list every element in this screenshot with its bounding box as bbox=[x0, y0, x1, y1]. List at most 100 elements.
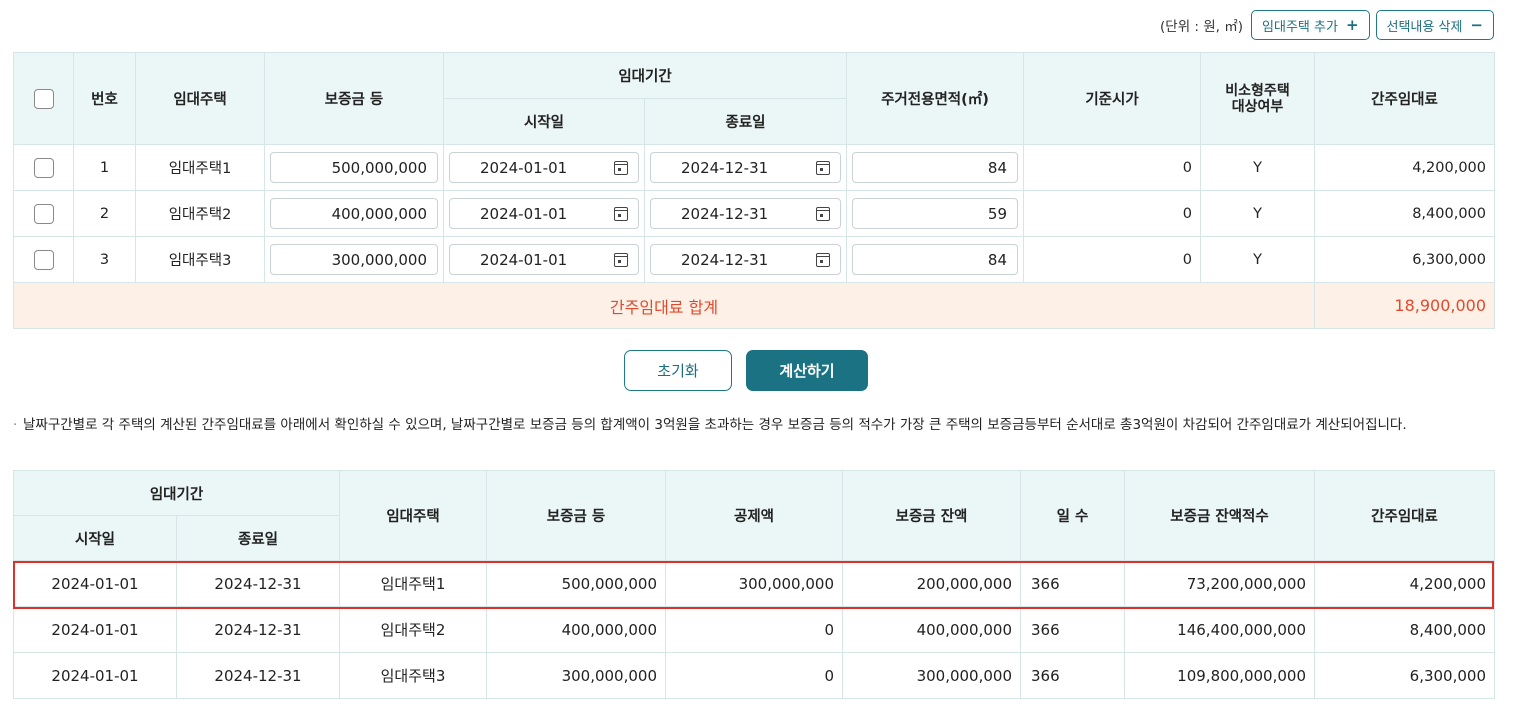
select-all-cell bbox=[13, 52, 74, 145]
row-checkbox[interactable] bbox=[33, 203, 54, 224]
calendar-icon[interactable] bbox=[816, 252, 830, 267]
row-house: 임대주택2 bbox=[135, 190, 265, 237]
note-text: 날짜구간별로 각 주택의 계산된 간주임대료를 아래에서 확인하실 수 있으며,… bbox=[23, 417, 1407, 433]
result-end: 2024-12-31 bbox=[176, 606, 340, 653]
header-price: 기준시가 bbox=[1023, 52, 1201, 145]
result-header-deposit: 보증금 등 bbox=[486, 470, 666, 561]
row-rent: 6,300,000 bbox=[1314, 236, 1495, 283]
row-small: Y bbox=[1200, 236, 1315, 283]
note-bullet: · bbox=[13, 417, 18, 433]
area-value: 84 bbox=[987, 250, 1007, 269]
result-rent: 8,400,000 bbox=[1314, 606, 1495, 653]
result-start: 2024-01-01 bbox=[13, 560, 177, 607]
top-toolbar: (단위 : 원, ㎡) 임대주택 추가 + 선택내용 삭제 − bbox=[1160, 10, 1494, 40]
area-value: 59 bbox=[987, 204, 1007, 223]
deposit-value: 300,000,000 bbox=[331, 250, 427, 269]
header-period: 임대기간 bbox=[443, 52, 847, 99]
row-price: 0 bbox=[1023, 144, 1201, 191]
start-date-value: 2024-01-01 bbox=[480, 250, 568, 269]
row-house: 임대주택1 bbox=[135, 144, 265, 191]
table-row: 3 임대주택3 300,000,000 2024-01-01 2024-12-3… bbox=[13, 236, 1495, 283]
result-header-start: 시작일 bbox=[13, 515, 177, 561]
deposit-input[interactable]: 400,000,000 bbox=[270, 198, 438, 229]
result-rent: 6,300,000 bbox=[1314, 652, 1495, 699]
result-house: 임대주택1 bbox=[339, 560, 487, 607]
header-number: 번호 bbox=[73, 52, 136, 145]
result-house: 임대주택3 bbox=[339, 652, 487, 699]
start-date-input[interactable]: 2024-01-01 bbox=[449, 244, 639, 275]
result-table: 임대기간 임대주택 보증금 등 공제액 보증금 잔액 일 수 보증금 잔액적수 … bbox=[13, 470, 1495, 699]
delete-selected-label: 선택내용 삭제 bbox=[1386, 19, 1463, 35]
header-end: 종료일 bbox=[644, 98, 847, 145]
deposit-input[interactable]: 300,000,000 bbox=[270, 244, 438, 275]
result-balance: 300,000,000 bbox=[842, 652, 1021, 699]
row-number: 2 bbox=[73, 190, 136, 237]
result-house: 임대주택2 bbox=[339, 606, 487, 653]
start-date-value: 2024-01-01 bbox=[480, 158, 568, 177]
deposit-value: 500,000,000 bbox=[331, 158, 427, 177]
start-date-value: 2024-01-01 bbox=[480, 204, 568, 223]
table-row: 1 임대주택1 500,000,000 2024-01-01 2024-12-3… bbox=[13, 144, 1495, 191]
result-deposit: 400,000,000 bbox=[486, 606, 666, 653]
rental-input-table: 번호 임대주택 보증금 등 임대기간 주거전용면적(㎡) 기준시가 비소형주택 대… bbox=[13, 52, 1495, 329]
deposit-input[interactable]: 500,000,000 bbox=[270, 152, 438, 183]
row-price: 0 bbox=[1023, 190, 1201, 237]
select-all-checkbox[interactable] bbox=[33, 88, 54, 109]
result-header-deduction: 공제액 bbox=[665, 470, 843, 561]
calculate-button[interactable]: 계산하기 bbox=[746, 350, 868, 391]
result-days: 366 bbox=[1020, 652, 1125, 699]
result-balance: 400,000,000 bbox=[842, 606, 1021, 653]
area-input[interactable]: 59 bbox=[852, 198, 1018, 229]
unit-label: (단위 : 원, ㎡) bbox=[1160, 19, 1244, 35]
calendar-icon[interactable] bbox=[614, 160, 628, 175]
result-deduction: 0 bbox=[665, 606, 843, 653]
result-deduction: 300,000,000 bbox=[665, 560, 843, 607]
end-date-input[interactable]: 2024-12-31 bbox=[650, 152, 841, 183]
start-date-input[interactable]: 2024-01-01 bbox=[449, 198, 639, 229]
row-small: Y bbox=[1200, 144, 1315, 191]
reset-button[interactable]: 초기화 bbox=[624, 350, 732, 391]
end-date-input[interactable]: 2024-12-31 bbox=[650, 198, 841, 229]
add-house-button[interactable]: 임대주택 추가 + bbox=[1251, 10, 1370, 40]
info-note: · 날짜구간별로 각 주택의 계산된 간주임대료를 아래에서 확인하실 수 있으… bbox=[13, 416, 1493, 435]
start-date-input[interactable]: 2024-01-01 bbox=[449, 152, 639, 183]
sum-value: 18,900,000 bbox=[1314, 282, 1495, 329]
sum-row: 간주임대료 합계 18,900,000 bbox=[13, 282, 1495, 329]
area-input[interactable]: 84 bbox=[852, 152, 1018, 183]
header-deposit: 보증금 등 bbox=[264, 52, 444, 145]
calendar-icon[interactable] bbox=[614, 206, 628, 221]
calendar-icon[interactable] bbox=[816, 206, 830, 221]
result-days: 366 bbox=[1020, 560, 1125, 607]
result-rent: 4,200,000 bbox=[1314, 560, 1495, 607]
row-number: 3 bbox=[73, 236, 136, 283]
delete-selected-button[interactable]: 선택내용 삭제 − bbox=[1375, 10, 1494, 40]
row-rent: 8,400,000 bbox=[1314, 190, 1495, 237]
end-date-value: 2024-12-31 bbox=[681, 204, 769, 223]
table-row: 2024-01-01 2024-12-31 임대주택3 300,000,000 … bbox=[13, 652, 1495, 699]
table-row: 2024-01-01 2024-12-31 임대주택2 400,000,000 … bbox=[13, 606, 1495, 653]
result-header-house: 임대주택 bbox=[339, 470, 487, 561]
result-start: 2024-01-01 bbox=[13, 606, 177, 653]
result-balance: 200,000,000 bbox=[842, 560, 1021, 607]
result-days: 366 bbox=[1020, 606, 1125, 653]
end-date-input[interactable]: 2024-12-31 bbox=[650, 244, 841, 275]
minus-icon: − bbox=[1470, 16, 1483, 34]
result-header-days: 일 수 bbox=[1020, 470, 1125, 561]
result-accum: 73,200,000,000 bbox=[1124, 560, 1315, 607]
area-input[interactable]: 84 bbox=[852, 244, 1018, 275]
row-number: 1 bbox=[73, 144, 136, 191]
row-checkbox[interactable] bbox=[33, 249, 54, 270]
result-header-period: 임대기간 bbox=[13, 470, 340, 516]
row-checkbox[interactable] bbox=[33, 157, 54, 178]
sum-label: 간주임대료 합계 bbox=[13, 282, 1315, 329]
result-end: 2024-12-31 bbox=[176, 560, 340, 607]
result-accum: 109,800,000,000 bbox=[1124, 652, 1315, 699]
calendar-icon[interactable] bbox=[614, 252, 628, 267]
row-small: Y bbox=[1200, 190, 1315, 237]
plus-icon: + bbox=[1345, 16, 1359, 34]
action-buttons: 초기화 계산하기 bbox=[624, 350, 868, 391]
table-row: 2 임대주택2 400,000,000 2024-01-01 2024-12-3… bbox=[13, 190, 1495, 237]
end-date-value: 2024-12-31 bbox=[681, 158, 769, 177]
result-header-accum: 보증금 잔액적수 bbox=[1124, 470, 1315, 561]
calendar-icon[interactable] bbox=[816, 160, 830, 175]
